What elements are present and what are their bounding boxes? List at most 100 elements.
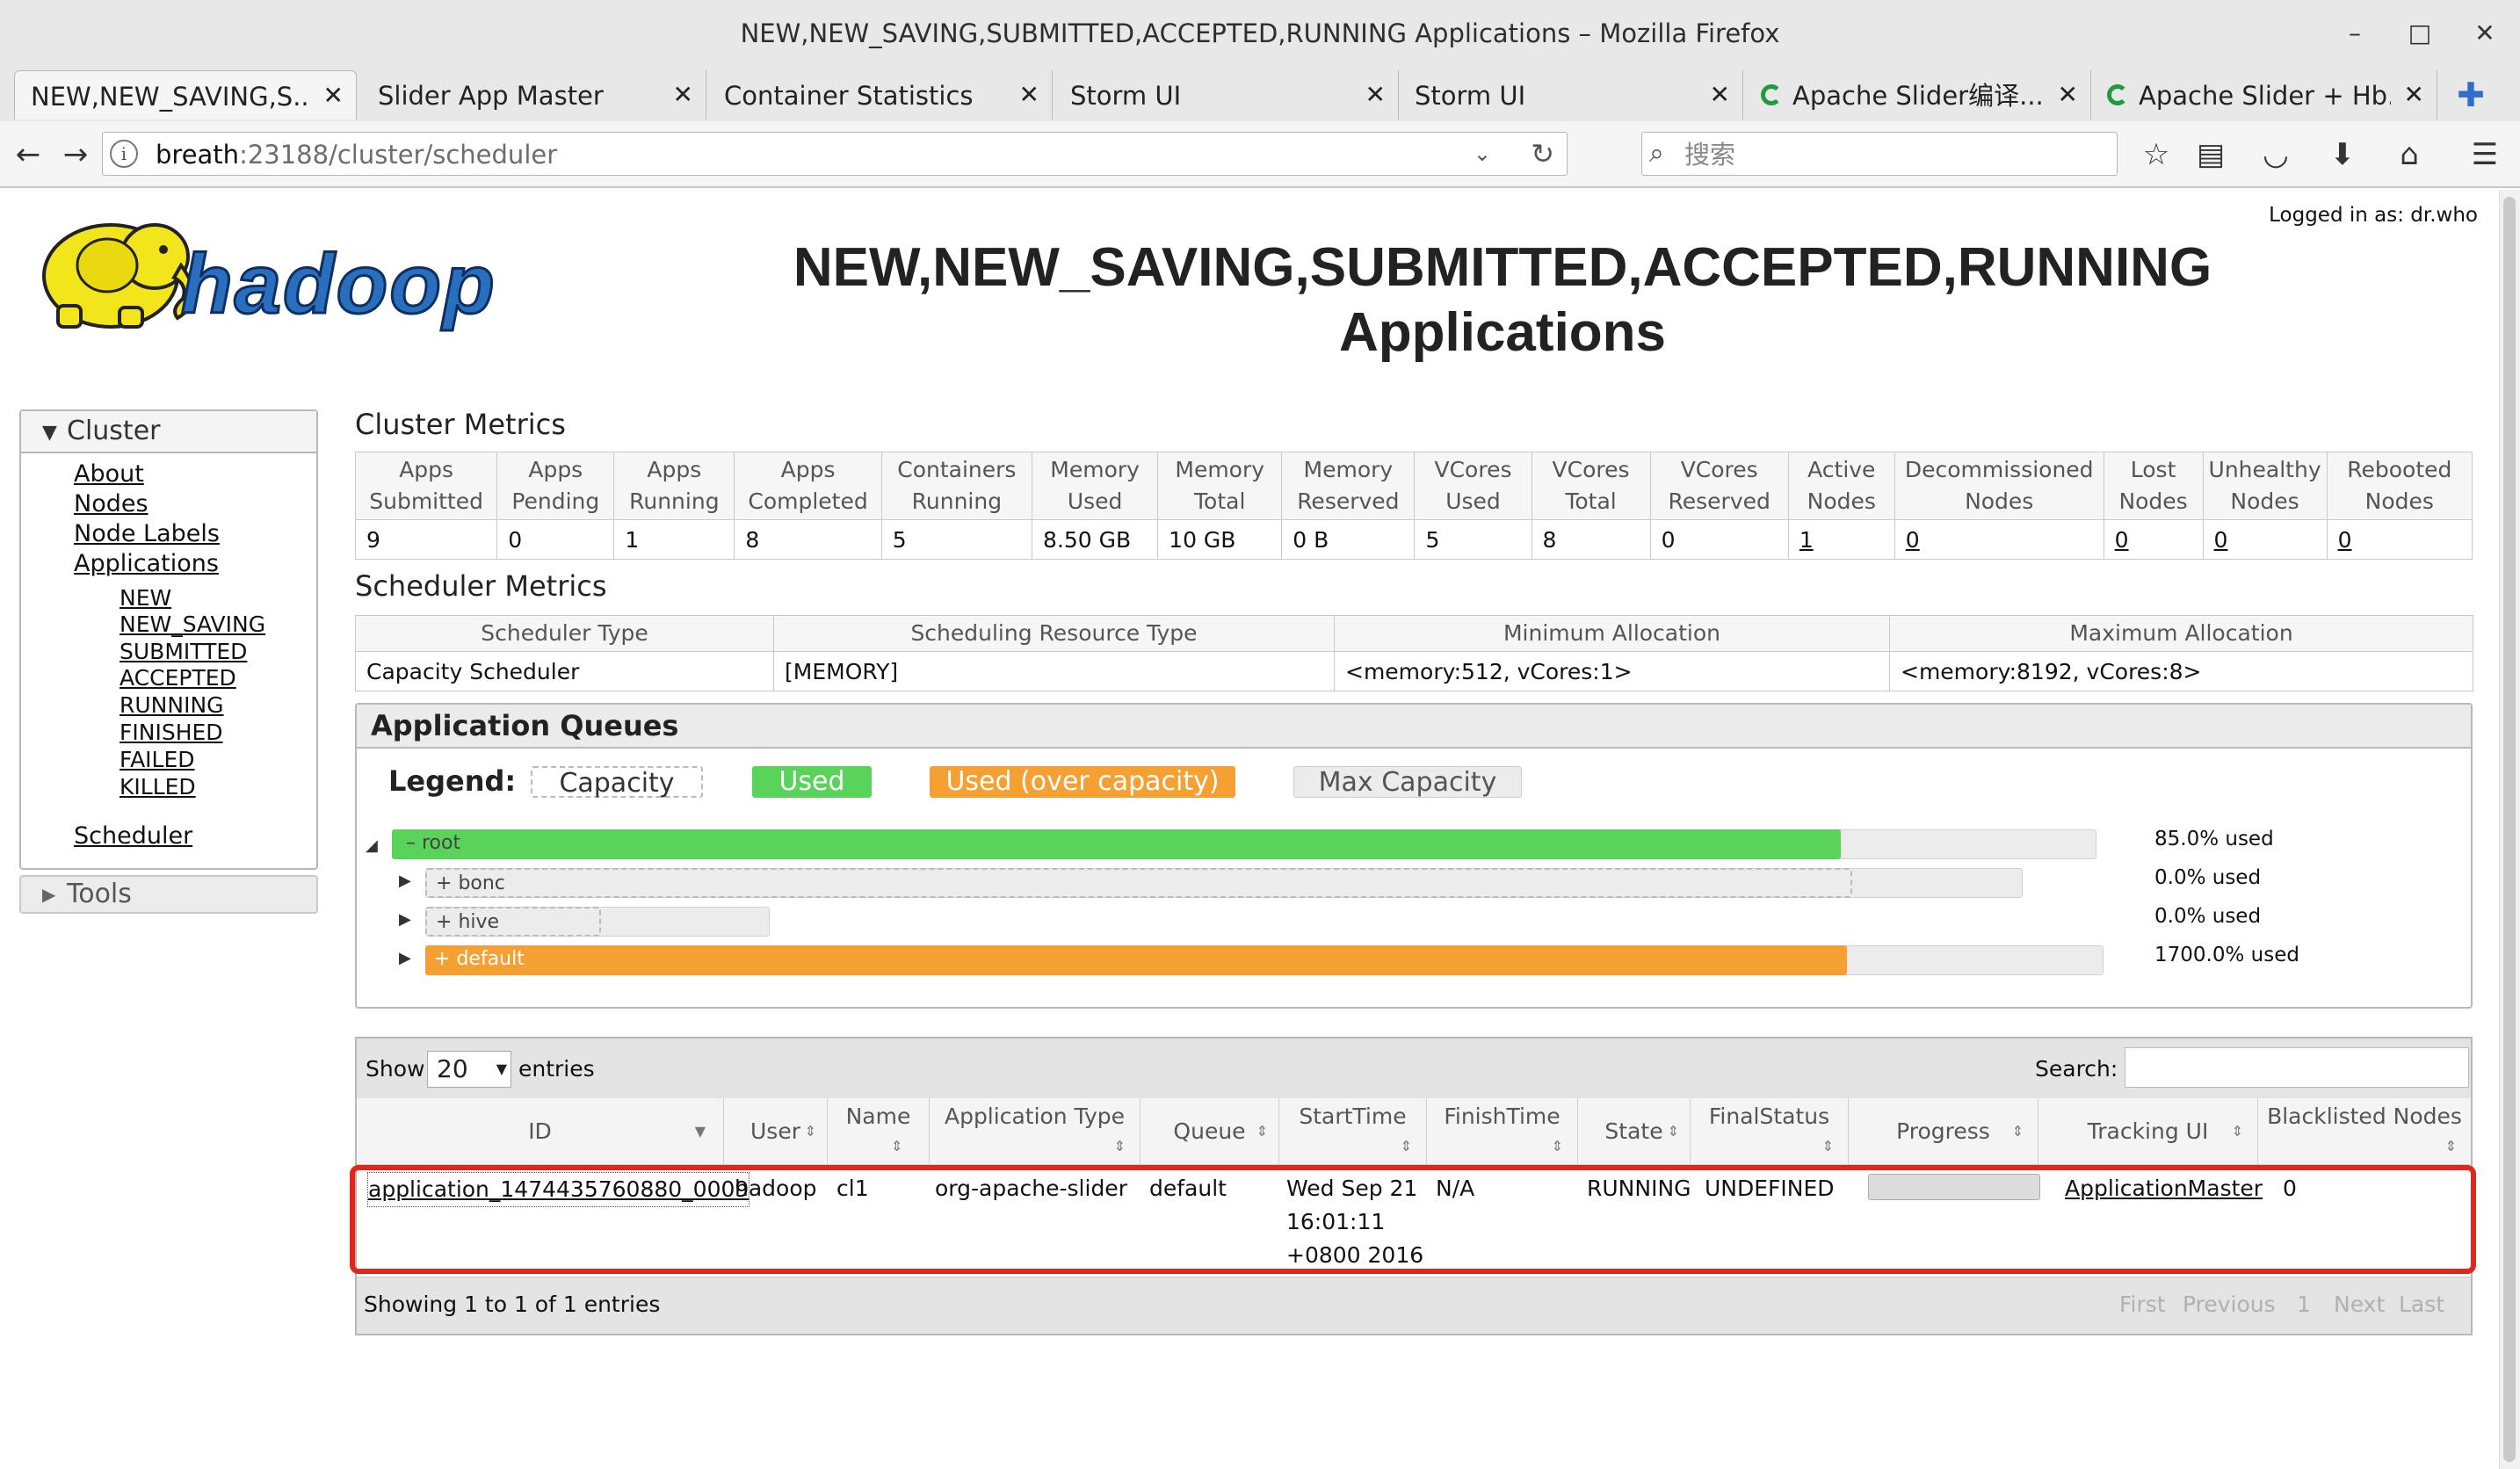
metric-value[interactable]: 0	[1894, 519, 2104, 560]
sidebar-state-killed[interactable]: KILLED	[119, 774, 196, 800]
reload-icon[interactable]: ↻	[1531, 133, 1554, 175]
sidebar-link-node-labels[interactable]: Node Labels	[74, 520, 220, 547]
url-dropdown-icon[interactable]: ⌄	[1474, 133, 1491, 175]
browser-tab-5[interactable]: Storm UI ✕	[1399, 70, 1743, 119]
column-header-application-type[interactable]: Application Type ⇕	[930, 1098, 1141, 1165]
metric-value[interactable]: 0	[2202, 519, 2328, 560]
tab-close-icon[interactable]: ✕	[1710, 70, 1730, 119]
url-text[interactable]: breath:23188/cluster/scheduler	[156, 133, 557, 175]
metric-value: 0 B	[1281, 519, 1416, 560]
queue-expand-icon[interactable]: ◢	[366, 836, 378, 855]
sidebar-link-nodes[interactable]: Nodes	[74, 490, 148, 517]
showing-entries-info: Showing 1 to 1 of 1 entries	[364, 1292, 661, 1317]
column-header-queue[interactable]: Queue ⇕	[1141, 1098, 1279, 1165]
browser-tab-3[interactable]: Container Statistics ✕	[708, 70, 1053, 119]
queue-bonc-capacity-bar[interactable]: + bonc	[425, 868, 1852, 898]
browser-tab-2[interactable]: Slider App Master ✕	[362, 70, 706, 119]
sort-icon: ⇕	[1400, 1138, 1412, 1154]
column-header: Apps Completed	[734, 452, 882, 520]
tab-close-icon[interactable]: ✕	[2058, 70, 2078, 119]
tab-label: NEW,NEW_SAVING,S...	[31, 82, 310, 112]
column-header-finishtime[interactable]: FinishTime ⇕	[1427, 1098, 1578, 1165]
logged-in-text: Logged in as: dr.who	[2269, 204, 2478, 227]
browser-search-input[interactable]: ⌕ 搜索	[1641, 132, 2118, 176]
sidebar-state-accepted[interactable]: ACCEPTED	[119, 665, 236, 691]
cluster-metrics-value-row: 9 0 1 8 5 8.50 GB 10 GB 0 B58010000	[354, 519, 2473, 560]
tab-close-icon[interactable]: ✕	[2404, 70, 2424, 119]
column-header: Minimum Allocation	[1334, 615, 1890, 652]
tab-close-icon[interactable]: ✕	[1365, 70, 1386, 119]
queue-root-label: root	[422, 832, 461, 854]
column-header-id[interactable]: ID ▼	[357, 1098, 724, 1165]
site-info-icon[interactable]: i	[110, 140, 138, 168]
tab-close-icon[interactable]: ✕	[1019, 70, 1039, 119]
column-header: Apps Running	[613, 452, 735, 520]
back-button[interactable]: ←	[7, 134, 49, 176]
column-header-blacklisted-nodes[interactable]: Blacklisted Nodes ⇕	[2258, 1098, 2471, 1165]
column-header-user[interactable]: User ⇕	[724, 1098, 828, 1165]
metric-value[interactable]: 1	[1787, 519, 1895, 560]
table-search-input[interactable]	[2125, 1047, 2469, 1088]
metric-value: 10 GB	[1157, 519, 1283, 560]
menu-icon[interactable]: ☰	[2464, 134, 2506, 176]
column-header-progress[interactable]: Progress ⇕	[1849, 1098, 2038, 1165]
minimize-button[interactable]: –	[2337, 16, 2372, 51]
browser-tab-4[interactable]: Storm UI ✕	[1054, 70, 1399, 119]
column-header-finalstatus[interactable]: FinalStatus ⇕	[1691, 1098, 1849, 1165]
column-header-starttime[interactable]: StartTime ⇕	[1279, 1098, 1427, 1165]
forward-button[interactable]: →	[54, 134, 97, 176]
scheduler-metrics-table: Scheduler Type Scheduling Resource Type …	[355, 615, 2473, 691]
queue-root-used-bar[interactable]: – root	[392, 829, 1841, 859]
sidebar-tools-panel[interactable]: ▶ Tools	[19, 875, 318, 914]
page-scrollbar[interactable]	[2499, 190, 2520, 1469]
entries-select[interactable]: 20 ▼	[427, 1051, 511, 1088]
new-tab-button[interactable]: ✚	[2448, 72, 2494, 118]
queue-expand-icon[interactable]: ▶	[399, 949, 411, 967]
column-header-name[interactable]: Name ⇕	[828, 1098, 930, 1165]
metric-value: 9	[354, 519, 498, 560]
application-queues-header[interactable]: Application Queues	[357, 705, 2471, 749]
tab-bar: NEW,NEW_SAVING,S... ✕ Slider App Master …	[0, 67, 2520, 121]
sidebar-state-failed[interactable]: FAILED	[119, 747, 195, 772]
browser-tab-1[interactable]: NEW,NEW_SAVING,S... ✕	[14, 70, 357, 119]
downloads-icon[interactable]: ⬇	[2321, 134, 2364, 176]
queue-default-used-bar[interactable]: + default	[425, 945, 1847, 975]
sidebar-state-new[interactable]: NEW	[119, 585, 171, 611]
pager-next[interactable]: Next	[2334, 1277, 2385, 1332]
metric-value[interactable]: 0	[2103, 519, 2204, 560]
browser-tab-6[interactable]: Apache Slider编译... ✕	[1747, 70, 2091, 119]
sidebar-state-running[interactable]: RUNNING	[119, 692, 224, 718]
sidebar-cluster-header[interactable]: ▼ Cluster	[21, 411, 316, 453]
sort-desc-icon: ▼	[694, 1123, 706, 1140]
column-header-state[interactable]: State ⇕	[1578, 1098, 1691, 1165]
entries-label: entries	[518, 1056, 595, 1082]
sidebar-link-scheduler[interactable]: Scheduler	[74, 822, 192, 850]
browser-tab-7[interactable]: Apache Slider + Hb... ✕	[2093, 70, 2437, 119]
sidebar-state-submitted[interactable]: SUBMITTED	[119, 639, 247, 664]
sidebar-state-new-saving[interactable]: NEW_SAVING	[119, 611, 265, 637]
pocket-icon[interactable]: ◡	[2255, 134, 2297, 176]
sidebar-link-applications[interactable]: Applications	[74, 550, 219, 577]
pager-first[interactable]: First	[2119, 1277, 2166, 1332]
pager-previous[interactable]: Previous	[2183, 1277, 2276, 1332]
tab-close-icon[interactable]: ✕	[323, 71, 344, 120]
metric-value: 0	[1649, 519, 1789, 560]
sort-icon: ⇕	[1113, 1138, 1126, 1154]
home-icon[interactable]: ⌂	[2388, 134, 2430, 176]
queue-expand-icon[interactable]: ▶	[399, 872, 411, 890]
scrollbar-thumb[interactable]	[2503, 197, 2516, 1462]
pager-last[interactable]: Last	[2399, 1277, 2444, 1332]
maximize-button[interactable]: □	[2402, 16, 2437, 51]
metric-value[interactable]: 0	[2326, 519, 2473, 560]
close-window-button[interactable]: ✕	[2467, 16, 2502, 51]
tab-close-icon[interactable]: ✕	[673, 70, 693, 119]
queue-expand-icon[interactable]: ▶	[399, 910, 411, 929]
url-bar[interactable]: i breath:23188/cluster/scheduler ⌄ ↻	[102, 132, 1568, 176]
pager-page-1[interactable]: 1	[2297, 1277, 2311, 1332]
reading-list-icon[interactable]: ▤	[2190, 134, 2232, 176]
column-header-tracking-ui[interactable]: Tracking UI ⇕	[2038, 1098, 2258, 1165]
sidebar-state-finished[interactable]: FINISHED	[119, 720, 223, 745]
bookmark-star-icon[interactable]: ☆	[2135, 134, 2177, 176]
sidebar-link-about[interactable]: About	[74, 460, 144, 488]
queue-hive-capacity-bar[interactable]: + hive	[425, 907, 601, 937]
